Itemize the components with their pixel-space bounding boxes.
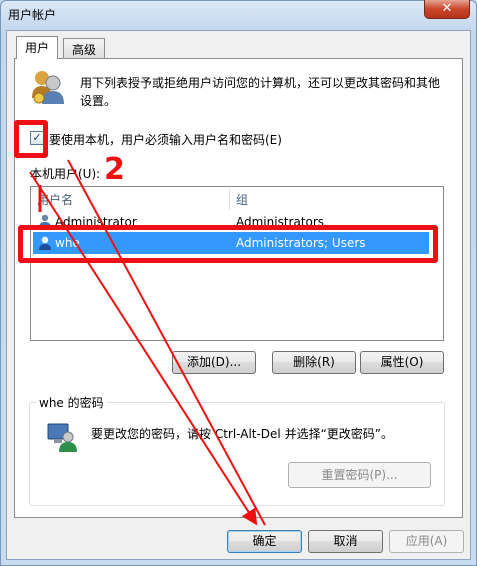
properties-button[interactable]: 属性(O) [360, 351, 444, 374]
tab-advanced[interactable]: 高级 [63, 38, 106, 58]
require-password-label: 要使用本机，用户必须输入用户名和密码(E) [49, 133, 282, 147]
reset-password-button[interactable]: 重置密码(P)... [288, 462, 431, 488]
password-instructions: 要更改您的密码，请按 Ctrl-Alt-Del 并选择“更改密码”。 [91, 427, 394, 441]
intro-text-line2: 设置。 [80, 94, 117, 108]
column-header-group[interactable]: 组 [236, 190, 248, 210]
annotation-box-checkbox [14, 120, 48, 158]
annotation-box-selected-user [18, 225, 438, 263]
column-header-username[interactable]: 用户名 [37, 190, 73, 210]
close-button[interactable]: ✕ [424, 0, 470, 19]
password-group-title: whe 的密码 [36, 394, 107, 411]
add-user-button[interactable]: 添加(D)... [172, 351, 256, 374]
ok-button[interactable]: 确定 [227, 530, 302, 553]
window-title: 用户帐户 [8, 8, 57, 22]
apply-button[interactable]: 应用(A) [389, 530, 464, 553]
column-divider [229, 189, 230, 210]
remove-user-button[interactable]: 删除(R) [272, 351, 356, 374]
cancel-button[interactable]: 取消 [308, 530, 383, 553]
intro-text-line1: 用下列表授予或拒绝用户访问您的计算机，还可以更改其密码和其他 [80, 76, 441, 90]
password-group [29, 402, 445, 506]
tab-users[interactable]: 用户 [16, 36, 59, 59]
users-icon [30, 68, 66, 106]
user-pc-icon [46, 420, 78, 452]
annotation-number: 2 [104, 152, 125, 187]
local-users-label: 本机用户(U): [30, 167, 101, 181]
